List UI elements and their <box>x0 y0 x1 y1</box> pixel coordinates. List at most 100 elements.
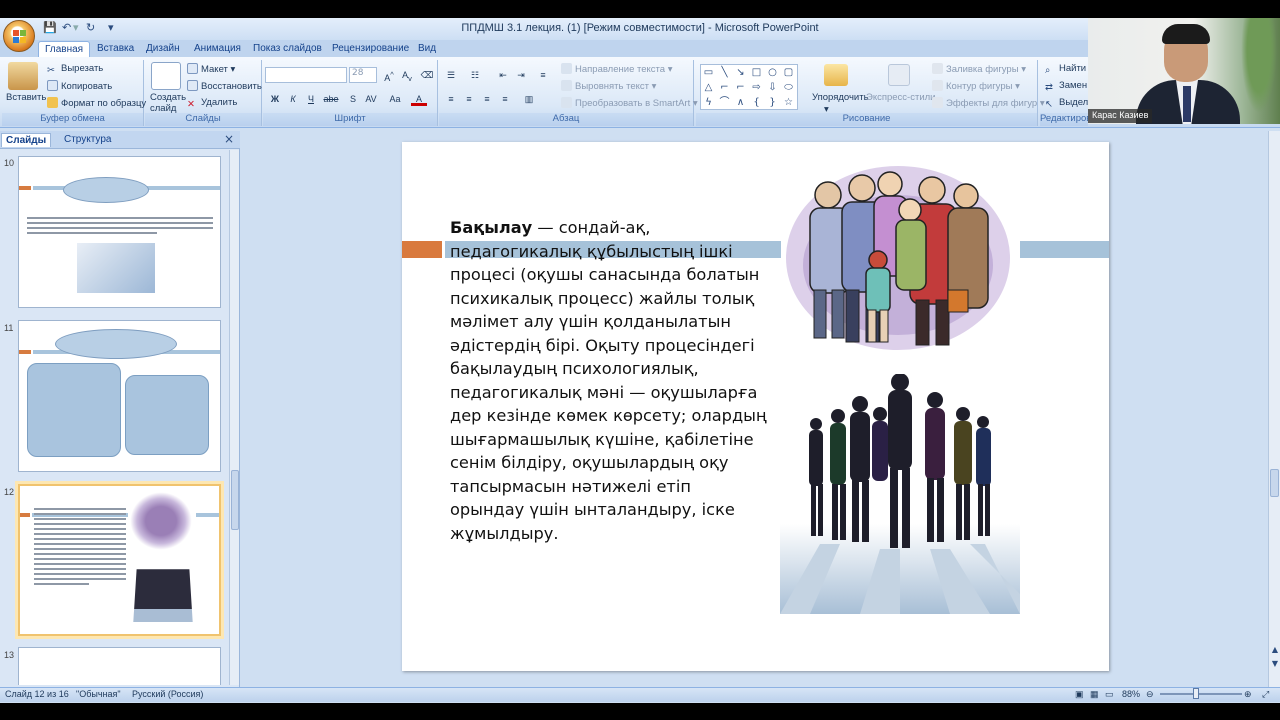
numbering-icon[interactable]: ☷ <box>467 68 483 82</box>
elbow-shape-icon[interactable]: ⌐ <box>719 82 730 93</box>
workspace-scrollbar[interactable]: ▲ ▼ <box>1268 131 1280 687</box>
slide-body-text[interactable]: Бақылау — сондай-ақ, педагогикалық құбыл… <box>450 216 770 545</box>
down-arrow-shape-icon[interactable]: ⇩ <box>767 82 778 93</box>
line-shape-icon[interactable]: ╲ <box>719 67 730 78</box>
font-name-field[interactable] <box>265 67 347 83</box>
lightning-shape-icon[interactable]: ϟ <box>703 97 714 108</box>
next-slide-icon[interactable]: ▼ <box>1269 659 1280 668</box>
select-button[interactable]: ↖ Выдел <box>1045 97 1088 110</box>
triangle-shape-icon[interactable]: △ <box>703 82 714 93</box>
slide-thumbnail-11[interactable] <box>18 320 221 472</box>
replace-button[interactable]: ⇄ Замен <box>1045 80 1087 93</box>
slide-canvas[interactable]: Бақылау — сондай-ақ, педагогикалық құбыл… <box>402 142 1109 671</box>
shape-outline-button[interactable]: Контур фигуры ▾ <box>932 80 1020 92</box>
rectangle-shape-icon[interactable]: □ <box>751 67 762 78</box>
columns-icon[interactable]: ▥ <box>521 92 537 106</box>
align-right-icon[interactable]: ≡ <box>479 92 495 106</box>
slide-thumbnail-10[interactable] <box>18 156 221 308</box>
new-slide-icon[interactable] <box>151 62 181 90</box>
quick-styles-button[interactable]: Экспресс-стили <box>866 92 935 103</box>
line-spacing-icon[interactable]: ≡ <box>535 68 551 82</box>
slide-thumbnail-13[interactable] <box>18 647 221 685</box>
slideshow-view-icon[interactable]: ▭ <box>1105 689 1114 700</box>
zoom-in-icon[interactable]: ⊕ <box>1244 689 1252 700</box>
copy-button[interactable]: Копировать <box>47 80 112 92</box>
previous-slide-icon[interactable]: ▲ <box>1269 645 1280 654</box>
zoom-slider-knob[interactable] <box>1193 688 1199 699</box>
font-color-button[interactable]: A <box>411 92 427 106</box>
cut-button[interactable]: ✂ Вырезать <box>47 63 103 76</box>
paragraph-group-label: Абзац <box>439 113 693 126</box>
slide-thumbnail-12[interactable] <box>18 484 221 636</box>
elbow2-shape-icon[interactable]: ⌐ <box>735 82 746 93</box>
flowchart-shape-icon[interactable]: ⬭ <box>783 82 794 93</box>
font-size-field[interactable]: 28 <box>349 67 377 83</box>
paste-button[interactable]: Вставить <box>6 92 46 103</box>
star-shape-icon[interactable]: ☆ <box>783 97 794 108</box>
justify-icon[interactable]: ≡ <box>497 92 513 106</box>
tab-view[interactable]: Вид <box>412 41 442 57</box>
reset-button[interactable]: Восстановить <box>187 80 262 92</box>
oval-shape-icon[interactable]: ○ <box>767 67 778 78</box>
tab-slides[interactable]: Слайды <box>1 133 52 147</box>
increase-indent-icon[interactable]: ⇥ <box>513 68 529 82</box>
zoom-out-icon[interactable]: ⊖ <box>1146 689 1154 700</box>
char-spacing-button[interactable]: AV <box>363 92 379 106</box>
text-direction-button[interactable]: Направление текста ▾ <box>561 63 672 75</box>
decrease-indent-icon[interactable]: ⇤ <box>495 68 511 82</box>
brace-right-shape-icon[interactable]: } <box>767 97 778 108</box>
zoom-level[interactable]: 88% <box>1122 689 1140 699</box>
zoom-slider-track[interactable] <box>1160 693 1242 695</box>
quick-styles-icon[interactable] <box>888 64 910 86</box>
textbox-shape-icon[interactable]: ▭ <box>703 67 714 78</box>
shrink-font-button[interactable]: Av <box>399 68 415 83</box>
paste-icon[interactable] <box>8 62 38 90</box>
tab-outline[interactable]: Структура <box>60 133 115 146</box>
bullets-icon[interactable]: ☰ <box>443 68 459 82</box>
rounded-rect-shape-icon[interactable]: ▢ <box>783 67 794 78</box>
arrange-button[interactable]: Упорядочить <box>812 92 869 103</box>
strikethrough-button[interactable]: abe <box>323 92 339 106</box>
underline-button[interactable]: Ч <box>303 92 319 106</box>
right-arrow-shape-icon[interactable]: ⇨ <box>751 82 762 93</box>
tab-slideshow[interactable]: Показ слайдов <box>247 41 328 57</box>
office-button[interactable] <box>3 20 35 52</box>
arrange-icon[interactable] <box>824 64 848 86</box>
language-indicator[interactable]: Русский (Россия) <box>132 689 203 699</box>
panel-scroll-thumb[interactable] <box>231 470 239 530</box>
bold-button[interactable]: Ж <box>267 92 283 106</box>
fit-to-window-icon[interactable]: ⤢ <box>1262 689 1269 700</box>
layout-button[interactable]: Макет ▾ <box>187 63 235 75</box>
tab-insert[interactable]: Вставка <box>91 41 140 57</box>
workspace-scroll-thumb[interactable] <box>1270 469 1279 497</box>
tab-animation[interactable]: Анимация <box>188 41 247 57</box>
italic-button[interactable]: К <box>285 92 301 106</box>
panel-scrollbar[interactable] <box>229 150 239 685</box>
delete-slide-button[interactable]: ✕ Удалить <box>187 97 237 110</box>
find-button[interactable]: ⌕ Найти <box>1045 63 1086 76</box>
slide-sorter-icon[interactable]: ▦ <box>1090 689 1099 700</box>
close-panel-icon[interactable]: × <box>224 132 234 146</box>
thumb-box-right <box>125 375 209 455</box>
format-painter-button[interactable]: Формат по образцу <box>47 97 146 109</box>
align-left-icon[interactable]: ≡ <box>443 92 459 106</box>
tab-home[interactable]: Главная <box>38 41 91 57</box>
shapes-gallery[interactable]: ▭ ╲ ↘ □ ○ ▢ △ ⌐ ⌐ ⇨ ⇩ ⬭ ϟ ⌒ ∧ { } ☆ <box>700 64 798 110</box>
normal-view-icon[interactable]: ▣ <box>1075 689 1084 700</box>
arrow-line-shape-icon[interactable]: ↘ <box>735 67 746 78</box>
arc-shape-icon[interactable]: ⌒ <box>719 97 730 108</box>
wave-shape-icon[interactable]: ∧ <box>735 97 746 108</box>
tab-design[interactable]: Дизайн <box>140 41 186 57</box>
shape-effects-button[interactable]: Эффекты для фигур ▾ <box>932 97 1045 109</box>
new-slide-label-1[interactable]: Создать <box>150 92 186 103</box>
clear-format-icon[interactable]: ⌫ <box>419 68 435 82</box>
shape-fill-button[interactable]: Заливка фигуры ▾ <box>932 63 1026 75</box>
align-text-button[interactable]: Выровнять текст ▾ <box>561 80 656 92</box>
shadow-button[interactable]: S <box>345 92 361 106</box>
smartart-button[interactable]: Преобразовать в SmartArt ▾ <box>561 97 698 109</box>
change-case-button[interactable]: Aa <box>387 92 403 106</box>
brace-left-shape-icon[interactable]: { <box>751 97 762 108</box>
grow-font-button[interactable]: A^ <box>381 68 397 83</box>
tab-review[interactable]: Рецензирование <box>326 41 415 57</box>
align-center-icon[interactable]: ≡ <box>461 92 477 106</box>
